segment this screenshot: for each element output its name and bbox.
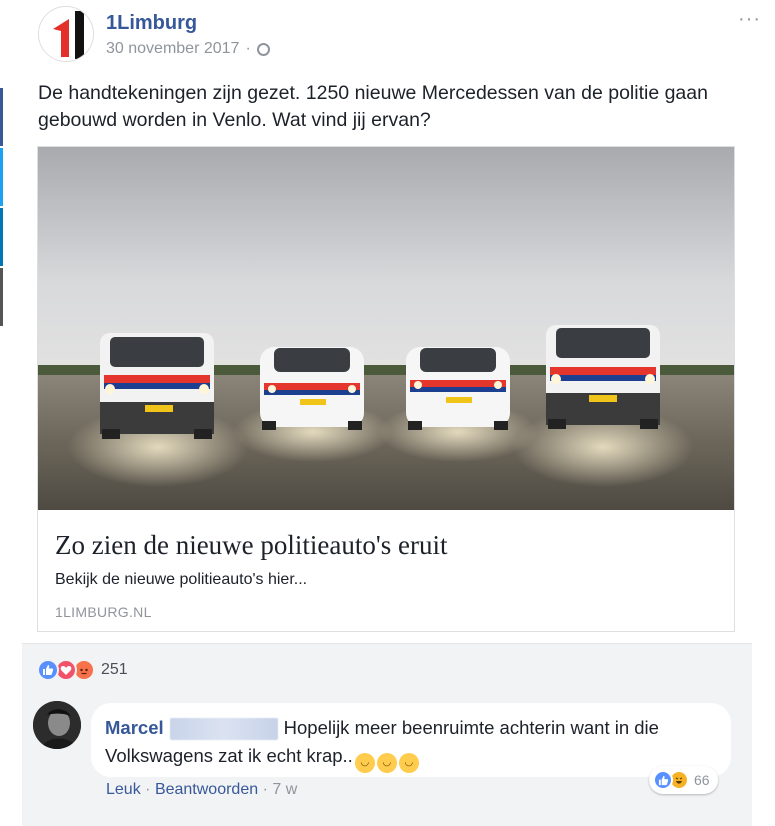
like-icon — [37, 659, 59, 681]
action-separator: · — [262, 781, 268, 798]
globe-icon — [256, 42, 270, 56]
meta-separator: · — [245, 40, 251, 57]
action-separator: · — [145, 781, 151, 798]
link-preview-image[interactable] — [38, 147, 734, 510]
reaction-count[interactable]: 251 — [101, 661, 128, 679]
post-header: 1Limburg 30 november 2017 · ··· — [38, 6, 765, 70]
grinning-emoji-icon: ◡ — [398, 753, 419, 773]
link-domain: 1LIMBURG.NL — [55, 604, 152, 620]
police-cars-photo — [38, 147, 734, 510]
comment-reaction-count: 66 — [694, 772, 710, 788]
comment-bubble: Marcel Hopelijk meer beenruimte achterin … — [91, 703, 731, 777]
post-reactions[interactable]: 251 — [37, 659, 128, 681]
reply-comment-link[interactable]: Beantwoorden — [155, 781, 258, 798]
link-preview-card[interactable]: Zo zien de nieuwe politieauto's eruit Be… — [37, 146, 735, 632]
link-description: Bekijk de nieuwe politieauto's hier... — [55, 571, 308, 588]
page-avatar[interactable] — [38, 6, 94, 62]
more-options-button[interactable]: ··· — [738, 8, 761, 31]
post-date[interactable]: 30 november 2017 — [106, 40, 239, 58]
share-strip-linkedin[interactable] — [0, 208, 3, 266]
redacted-name — [169, 718, 278, 741]
comment-reactions[interactable]: 66 — [649, 766, 718, 794]
comment-time[interactable]: 7 w — [272, 781, 297, 798]
comment-actions: Leuk · Beantwoorden · 7 w — [106, 781, 297, 799]
grinning-emoji-icon: ◡ — [376, 753, 397, 773]
comment-author[interactable]: Marcel — [105, 717, 164, 738]
profile-photo — [33, 701, 81, 749]
commenter-avatar[interactable] — [33, 701, 81, 749]
share-strip-email[interactable] — [0, 268, 3, 326]
like-icon — [653, 770, 673, 790]
share-strip-facebook[interactable] — [0, 88, 3, 146]
share-strip-twitter[interactable] — [0, 148, 3, 206]
post-text: De handtekeningen zijn gezet. 1250 nieuw… — [38, 82, 708, 131]
1limburg-logo-icon — [39, 7, 93, 61]
page-name-link[interactable]: 1Limburg — [106, 12, 197, 35]
link-title[interactable]: Zo zien de nieuwe politieauto's eruit — [55, 530, 448, 561]
like-comment-link[interactable]: Leuk — [106, 781, 141, 798]
grinning-emoji-icon: ◡ — [354, 753, 375, 773]
post-meta: 30 november 2017 · — [106, 40, 270, 58]
